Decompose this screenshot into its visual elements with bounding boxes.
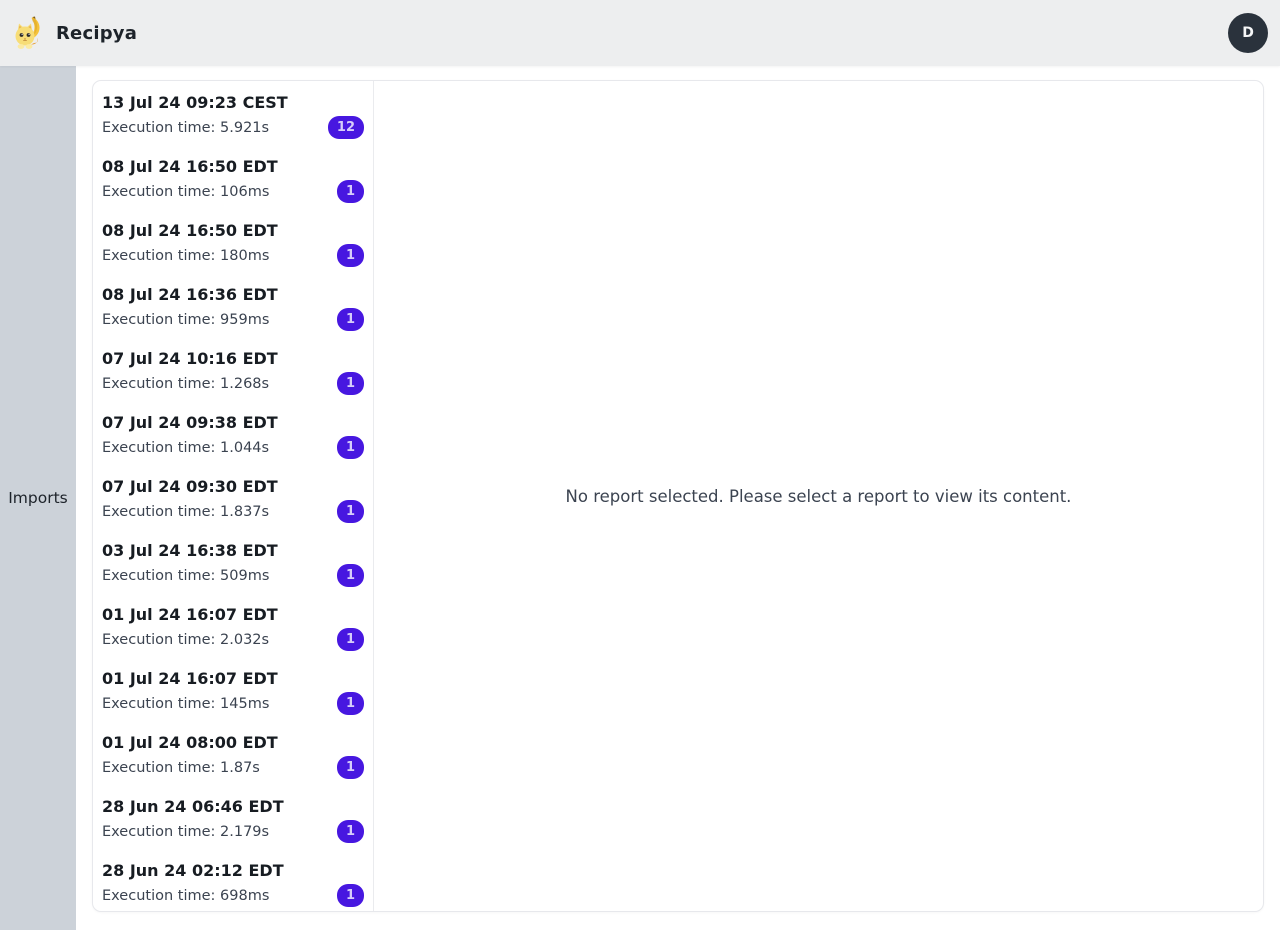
report-execution-time: Execution time: 698ms — [102, 887, 270, 904]
app-body: Imports 13 Jul 24 09:23 CEST Execution t… — [0, 66, 1280, 930]
report-list: 13 Jul 24 09:23 CEST Execution time: 5.9… — [93, 81, 374, 911]
report-date: 08 Jul 24 16:36 EDT — [102, 285, 278, 304]
app-header: Recipya D — [0, 0, 1280, 66]
report-count-badge: 1 — [336, 308, 364, 331]
report-date: 01 Jul 24 08:00 EDT — [102, 733, 278, 752]
report-meta-row: Execution time: 180ms 1 — [102, 244, 364, 267]
report-execution-time: Execution time: 509ms — [102, 567, 270, 584]
report-meta-row: Execution time: 509ms 1 — [102, 564, 364, 587]
report-date: 13 Jul 24 09:23 CEST — [102, 93, 288, 112]
report-meta-row: Execution time: 1.268s 1 — [102, 372, 364, 395]
report-count-badge: 1 — [336, 628, 364, 651]
report-date: 08 Jul 24 16:50 EDT — [102, 157, 278, 176]
report-list-item[interactable]: 07 Jul 24 09:30 EDT Execution time: 1.83… — [93, 465, 373, 529]
report-count-badge: 1 — [336, 372, 364, 395]
report-count-badge: 1 — [336, 564, 364, 587]
report-date: 01 Jul 24 16:07 EDT — [102, 669, 278, 688]
empty-state-message: No report selected. Please select a repo… — [565, 486, 1072, 506]
report-execution-time: Execution time: 2.032s — [102, 631, 270, 648]
report-list-item[interactable]: 28 Jun 24 02:12 EDT Execution time: 698m… — [93, 849, 373, 911]
sidebar-item-imports[interactable]: Imports — [8, 481, 68, 515]
report-meta-row: Execution time: 5.921s 12 — [102, 116, 364, 139]
report-meta-row: Execution time: 959ms 1 — [102, 308, 364, 331]
report-count-badge: 1 — [336, 180, 364, 203]
report-count-badge: 1 — [336, 500, 364, 523]
report-meta-row: Execution time: 2.179s 1 — [102, 820, 364, 843]
report-meta-row: Execution time: 1.044s 1 — [102, 436, 364, 459]
report-count-badge: 1 — [336, 692, 364, 715]
report-execution-time: Execution time: 145ms — [102, 695, 270, 712]
report-list-item[interactable]: 08 Jul 24 16:36 EDT Execution time: 959m… — [93, 273, 373, 337]
report-count-badge: 1 — [336, 436, 364, 459]
report-date: 07 Jul 24 09:30 EDT — [102, 477, 278, 496]
report-list-item[interactable]: 08 Jul 24 16:50 EDT Execution time: 106m… — [93, 145, 373, 209]
report-content-pane: No report selected. Please select a repo… — [374, 81, 1263, 911]
report-execution-time: Execution time: 5.921s — [102, 119, 270, 136]
report-count-badge: 1 — [336, 756, 364, 779]
report-list-item[interactable]: 28 Jun 24 06:46 EDT Execution time: 2.17… — [93, 785, 373, 849]
app-title: Recipya — [56, 22, 138, 44]
main-area: 13 Jul 24 09:23 CEST Execution time: 5.9… — [76, 66, 1280, 930]
report-date: 01 Jul 24 16:07 EDT — [102, 605, 278, 624]
report-date: 07 Jul 24 10:16 EDT — [102, 349, 278, 368]
report-execution-time: Execution time: 1.87s — [102, 759, 260, 776]
report-execution-time: Execution time: 2.179s — [102, 823, 270, 840]
report-list-item[interactable]: 13 Jul 24 09:23 CEST Execution time: 5.9… — [93, 81, 373, 145]
user-avatar[interactable]: D — [1228, 13, 1268, 53]
recipya-logo-icon — [12, 16, 46, 50]
report-date: 28 Jun 24 02:12 EDT — [102, 861, 284, 880]
report-date: 03 Jul 24 16:38 EDT — [102, 541, 278, 560]
report-meta-row: Execution time: 1.837s 1 — [102, 500, 364, 523]
report-date: 08 Jul 24 16:50 EDT — [102, 221, 278, 240]
report-meta-row: Execution time: 145ms 1 — [102, 692, 364, 715]
report-count-badge: 1 — [336, 820, 364, 843]
report-execution-time: Execution time: 1.268s — [102, 375, 270, 392]
report-list-item[interactable]: 03 Jul 24 16:38 EDT Execution time: 509m… — [93, 529, 373, 593]
report-execution-time: Execution time: 106ms — [102, 183, 270, 200]
report-list-item[interactable]: 01 Jul 24 08:00 EDT Execution time: 1.87… — [93, 721, 373, 785]
report-execution-time: Execution time: 959ms — [102, 311, 270, 328]
report-meta-row: Execution time: 106ms 1 — [102, 180, 364, 203]
report-execution-time: Execution time: 180ms — [102, 247, 270, 264]
report-date: 28 Jun 24 06:46 EDT — [102, 797, 284, 816]
sidebar: Imports — [0, 66, 76, 930]
report-date: 07 Jul 24 09:38 EDT — [102, 413, 278, 432]
report-count-badge: 1 — [336, 244, 364, 267]
report-list-item[interactable]: 07 Jul 24 10:16 EDT Execution time: 1.26… — [93, 337, 373, 401]
report-list-item[interactable]: 07 Jul 24 09:38 EDT Execution time: 1.04… — [93, 401, 373, 465]
report-meta-row: Execution time: 2.032s 1 — [102, 628, 364, 651]
report-execution-time: Execution time: 1.837s — [102, 503, 270, 520]
report-list-item[interactable]: 08 Jul 24 16:50 EDT Execution time: 180m… — [93, 209, 373, 273]
report-count-badge: 12 — [327, 116, 364, 139]
report-meta-row: Execution time: 1.87s 1 — [102, 756, 364, 779]
report-count-badge: 1 — [336, 884, 364, 907]
report-meta-row: Execution time: 698ms 1 — [102, 884, 364, 907]
report-list-item[interactable]: 01 Jul 24 16:07 EDT Execution time: 2.03… — [93, 593, 373, 657]
report-list-item[interactable]: 01 Jul 24 16:07 EDT Execution time: 145m… — [93, 657, 373, 721]
reports-card: 13 Jul 24 09:23 CEST Execution time: 5.9… — [92, 80, 1264, 912]
report-execution-time: Execution time: 1.044s — [102, 439, 270, 456]
